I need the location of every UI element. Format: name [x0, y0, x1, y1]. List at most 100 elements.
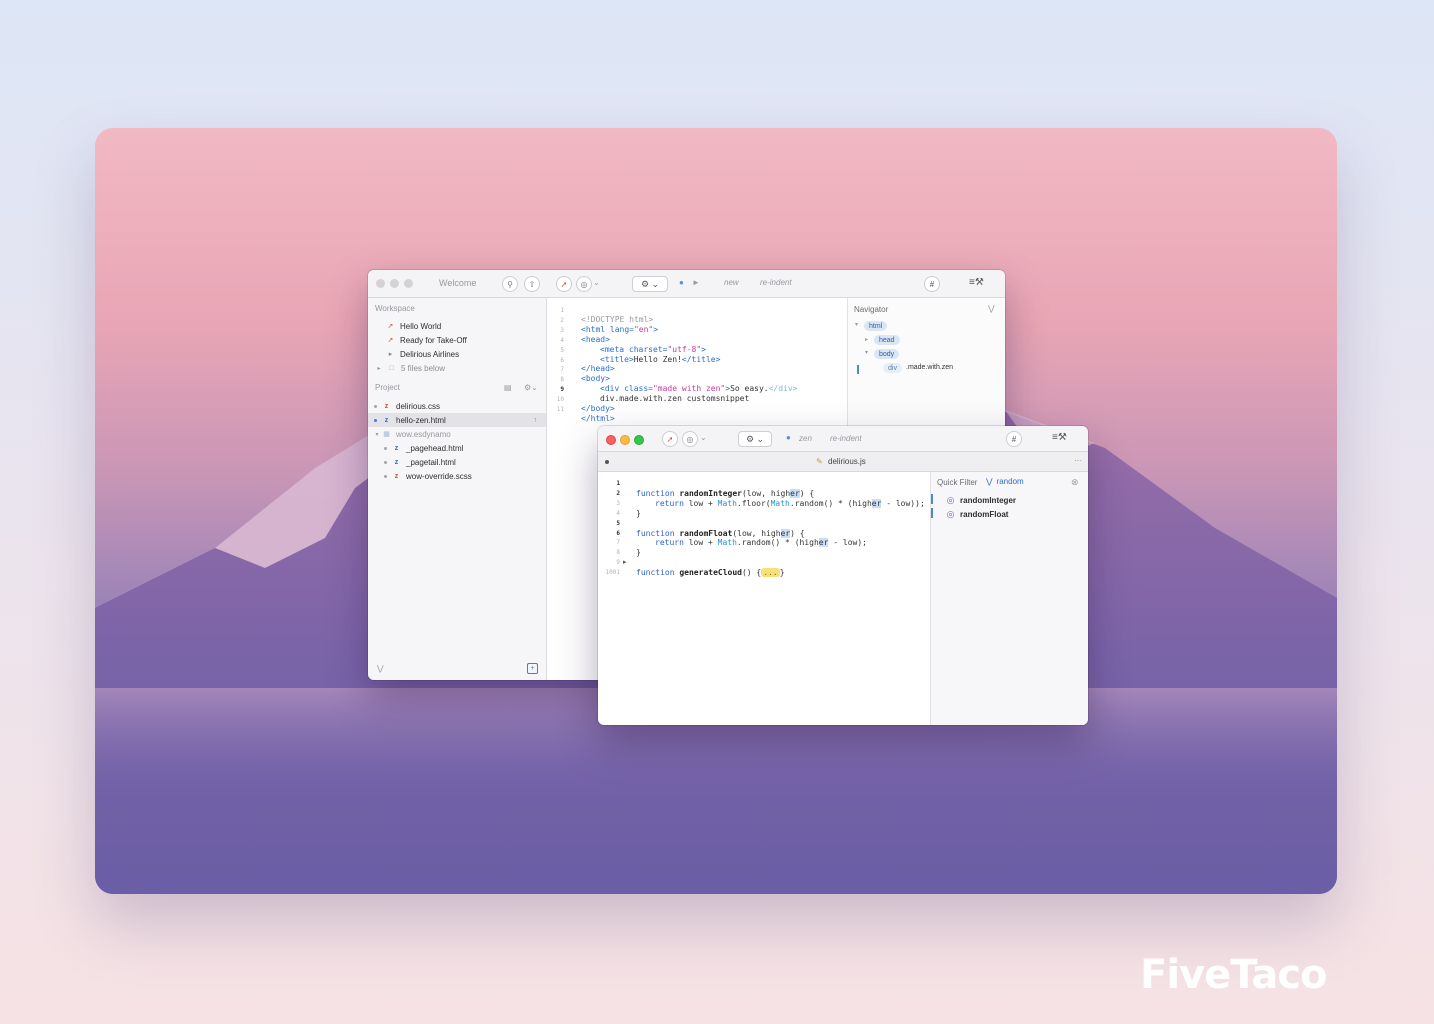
workspace-item[interactable]: ▸ □ 5 files below	[368, 361, 546, 375]
project-file-item[interactable]: z _pagetail.html	[368, 455, 546, 469]
window-titlebar: Welcome ⚲ ⇧ ➚ ◎ ⌄ ⚙ ⌄ ● ► new re-indent …	[368, 270, 1005, 298]
nav-node-div-class: .made.with.zen	[906, 364, 954, 371]
close-button[interactable]	[376, 279, 385, 288]
settings-gear-button[interactable]: ⚙ ⌄	[632, 276, 668, 292]
status-dot	[384, 446, 387, 450]
rocket-icon: ➚	[387, 323, 394, 330]
filter-icon[interactable]: ⋁	[988, 304, 995, 313]
target-icon[interactable]: ◎	[576, 276, 592, 292]
project-folder-item[interactable]: ▾ ▦ wow.esdynamo	[368, 427, 546, 441]
navigator-title: Navigator	[854, 305, 889, 314]
zoom-button[interactable]	[634, 435, 644, 445]
status-dot	[374, 418, 377, 422]
play-icon: ▸	[388, 351, 393, 358]
search-icon[interactable]: ⚲	[502, 276, 518, 292]
action-menu-icon[interactable]: ⚙⌄	[524, 383, 538, 392]
file-icon: z	[384, 402, 389, 410]
js-file-icon: ✎	[816, 457, 823, 466]
settings-gear-button[interactable]: ⚙ ⌄	[738, 431, 772, 447]
quick-filter-input[interactable]: ⋁ random	[986, 475, 1082, 488]
globe-icon[interactable]: ●	[679, 278, 684, 287]
folded-code-badge[interactable]: ...	[761, 568, 780, 578]
rocket-icon: ➚	[387, 337, 394, 344]
workspace-section-label: Workspace	[375, 304, 415, 313]
folder-label: wow.esdynamo	[396, 429, 451, 439]
filter-icon[interactable]: ⋁	[377, 664, 384, 673]
file-icon: z	[394, 472, 399, 480]
reindent-button[interactable]: re-indent	[830, 434, 862, 443]
target-icon[interactable]: ◎	[682, 431, 698, 447]
upload-arrow-icon[interactable]: ↑	[534, 417, 538, 424]
file-label: wow-override.scss	[406, 471, 472, 481]
workspace-item-label: Delirious Airlines	[400, 349, 460, 359]
list-wrench-icon[interactable]: ≡⚒	[969, 277, 984, 288]
nav-node-body[interactable]: body	[874, 349, 900, 359]
file-icon: z	[394, 444, 399, 452]
disclosure-triangle-icon[interactable]: ▸	[865, 336, 868, 343]
more-icon[interactable]: ⋯	[1074, 456, 1082, 465]
file-stack-icon: □	[389, 364, 394, 372]
new-file-icon[interactable]: ▤	[504, 383, 512, 392]
disclosure-triangle-icon[interactable]: ▾	[865, 349, 868, 356]
fold-triangle-icon[interactable]: ▸	[623, 558, 627, 566]
disclosure-triangle-icon[interactable]: ▾	[374, 430, 380, 439]
symbol-item[interactable]: ◎ randomInteger	[931, 493, 1088, 507]
disclosure-triangle-icon[interactable]: ▸	[376, 364, 382, 373]
close-button[interactable]	[606, 435, 616, 445]
folder-icon: ▦	[383, 431, 390, 438]
hash-button[interactable]: #	[924, 276, 940, 292]
function-symbol-icon: ◎	[946, 508, 955, 519]
html-code-editor[interactable]: <!DOCTYPE html> <html lang="en"> <head> <me…	[581, 305, 798, 444]
chevron-down-icon[interactable]: ⌄	[700, 433, 707, 442]
line-numbers: 1 2 3 4 5 6 7 8 9 10 11	[556, 307, 564, 414]
symbols-panel: Quick Filter ⋁ random ⊗ ◎ randomInteger …	[930, 472, 1088, 725]
sidebar: Workspace ➚ Hello World ➚ Ready for Take…	[368, 298, 547, 680]
workspace-item[interactable]: ▸ Delirious Airlines	[368, 347, 546, 361]
window-title: Welcome	[439, 278, 477, 288]
document-title: delirious.js	[828, 457, 866, 466]
speaker-icon[interactable]: ►	[692, 278, 700, 287]
file-label: delirious.css	[396, 401, 441, 411]
current-line-marker	[857, 365, 859, 374]
minimize-button[interactable]	[390, 279, 399, 288]
list-wrench-icon[interactable]: ≡⚒	[1052, 432, 1067, 443]
rocket-icon[interactable]: ➚	[662, 431, 678, 447]
file-icon: z	[384, 416, 389, 424]
workspace-item[interactable]: ➚ Ready for Take-Off	[368, 333, 546, 347]
zoom-button[interactable]	[404, 279, 413, 288]
nav-node-html[interactable]: html	[864, 321, 888, 331]
unsaved-dot-icon	[605, 460, 609, 464]
workspace-item[interactable]: ➚ Hello World	[368, 319, 546, 333]
project-section-label: Project	[375, 383, 400, 392]
workspace-item-label: Ready for Take-Off	[400, 335, 467, 345]
workspace-item-label: 5 files below	[401, 363, 446, 373]
zen-button[interactable]: zen	[799, 434, 812, 443]
nav-node-div[interactable]: div	[883, 363, 902, 373]
symbol-item[interactable]: ◎ randomFloat	[931, 507, 1088, 521]
project-file-item[interactable]: z wow-override.scss	[368, 469, 546, 483]
project-file-item[interactable]: z _pagehead.html	[368, 441, 546, 455]
status-dot	[384, 474, 387, 478]
new-button[interactable]: new	[724, 278, 739, 287]
add-icon[interactable]: +	[527, 663, 538, 674]
document-tab-bar: ✎ delirious.js ⋯	[598, 452, 1088, 472]
file-label: _pagehead.html	[406, 443, 464, 453]
js-code-editor[interactable]: function randomInteger(low, higher) {ret…	[636, 479, 925, 598]
project-file-item-selected[interactable]: z hello-zen.html ↑	[368, 413, 546, 427]
nav-node-head[interactable]: head	[874, 335, 900, 345]
function-symbol-icon: ◎	[946, 494, 955, 505]
hash-button[interactable]: #	[1006, 431, 1022, 447]
disclosure-triangle-icon[interactable]: ▾	[855, 321, 858, 328]
project-file-item[interactable]: z delirious.css	[368, 399, 546, 413]
chevron-down-icon[interactable]: ⌄	[593, 278, 600, 287]
file-icon: z	[394, 458, 399, 466]
clear-filter-icon[interactable]: ⊗	[1071, 477, 1079, 488]
globe-icon[interactable]: ●	[786, 433, 791, 442]
status-dot	[384, 460, 387, 464]
minimize-button[interactable]	[620, 435, 630, 445]
share-icon[interactable]: ⇧	[524, 276, 540, 292]
file-label: _pagetail.html	[406, 457, 456, 467]
reindent-button[interactable]: re-indent	[760, 278, 792, 287]
line-numbers: 1 2 3 4 5 6 7 8 9 1001	[605, 480, 620, 577]
rocket-icon[interactable]: ➚	[556, 276, 572, 292]
